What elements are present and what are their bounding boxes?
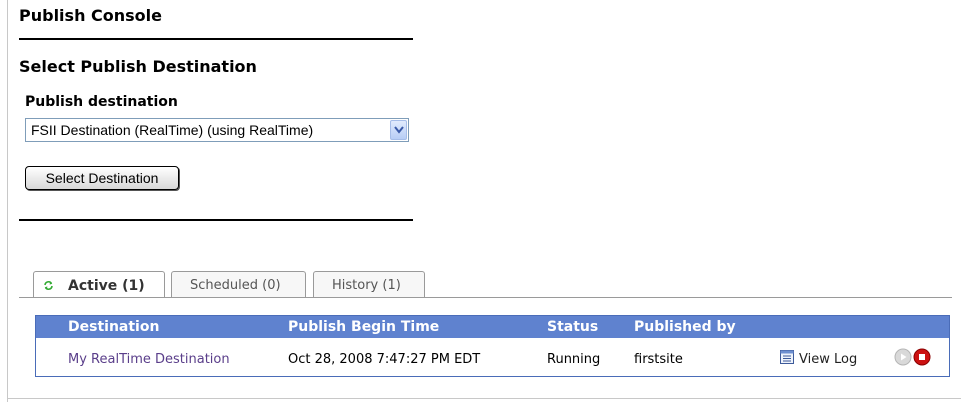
title-divider [19, 38, 413, 40]
header-published-by: Published by [634, 319, 736, 335]
destination-select[interactable]: FSII Destination (RealTime) (using RealT… [25, 118, 409, 142]
page-title: Publish Console [19, 6, 162, 25]
chevron-down-icon [394, 126, 404, 134]
bottom-frame-border [7, 398, 961, 399]
begin-time-cell: Oct 28, 2008 7:47:27 PM EDT [288, 352, 481, 367]
section-divider [19, 219, 413, 221]
header-begin-time: Publish Begin Time [288, 319, 440, 335]
view-log-link[interactable]: View Log [799, 352, 857, 367]
tab-strip-baseline [19, 297, 952, 298]
published-by-cell: firstsite [634, 352, 683, 367]
stop-icon[interactable] [913, 348, 931, 366]
tab-history[interactable]: History (1) [313, 271, 425, 298]
tab-scheduled[interactable]: Scheduled (0) [171, 271, 306, 298]
left-frame-border [7, 0, 8, 402]
table-header: Destination Publish Begin Time Status Pu… [36, 316, 949, 338]
header-status: Status [547, 319, 599, 335]
log-icon[interactable] [779, 349, 795, 365]
publish-table: Destination Publish Begin Time Status Pu… [35, 315, 950, 377]
tab-history-label: History (1) [332, 278, 401, 293]
refresh-icon [44, 281, 53, 290]
destination-field-label: Publish destination [25, 94, 178, 110]
destination-link[interactable]: My RealTime Destination [68, 352, 230, 367]
section-title: Select Publish Destination [19, 57, 257, 76]
dropdown-button[interactable] [390, 120, 407, 140]
destination-select-value: FSII Destination (RealTime) (using RealT… [31, 122, 314, 138]
play-icon[interactable] [894, 348, 912, 366]
select-destination-button[interactable]: Select Destination [25, 166, 179, 190]
table-row: My RealTime Destination Oct 28, 2008 7:4… [36, 340, 949, 376]
tab-active-label: Active (1) [68, 278, 145, 294]
status-cell: Running [547, 352, 601, 367]
tab-active[interactable]: Active (1) [33, 271, 165, 298]
tab-scheduled-label: Scheduled (0) [190, 278, 281, 293]
header-destination: Destination [68, 319, 160, 335]
